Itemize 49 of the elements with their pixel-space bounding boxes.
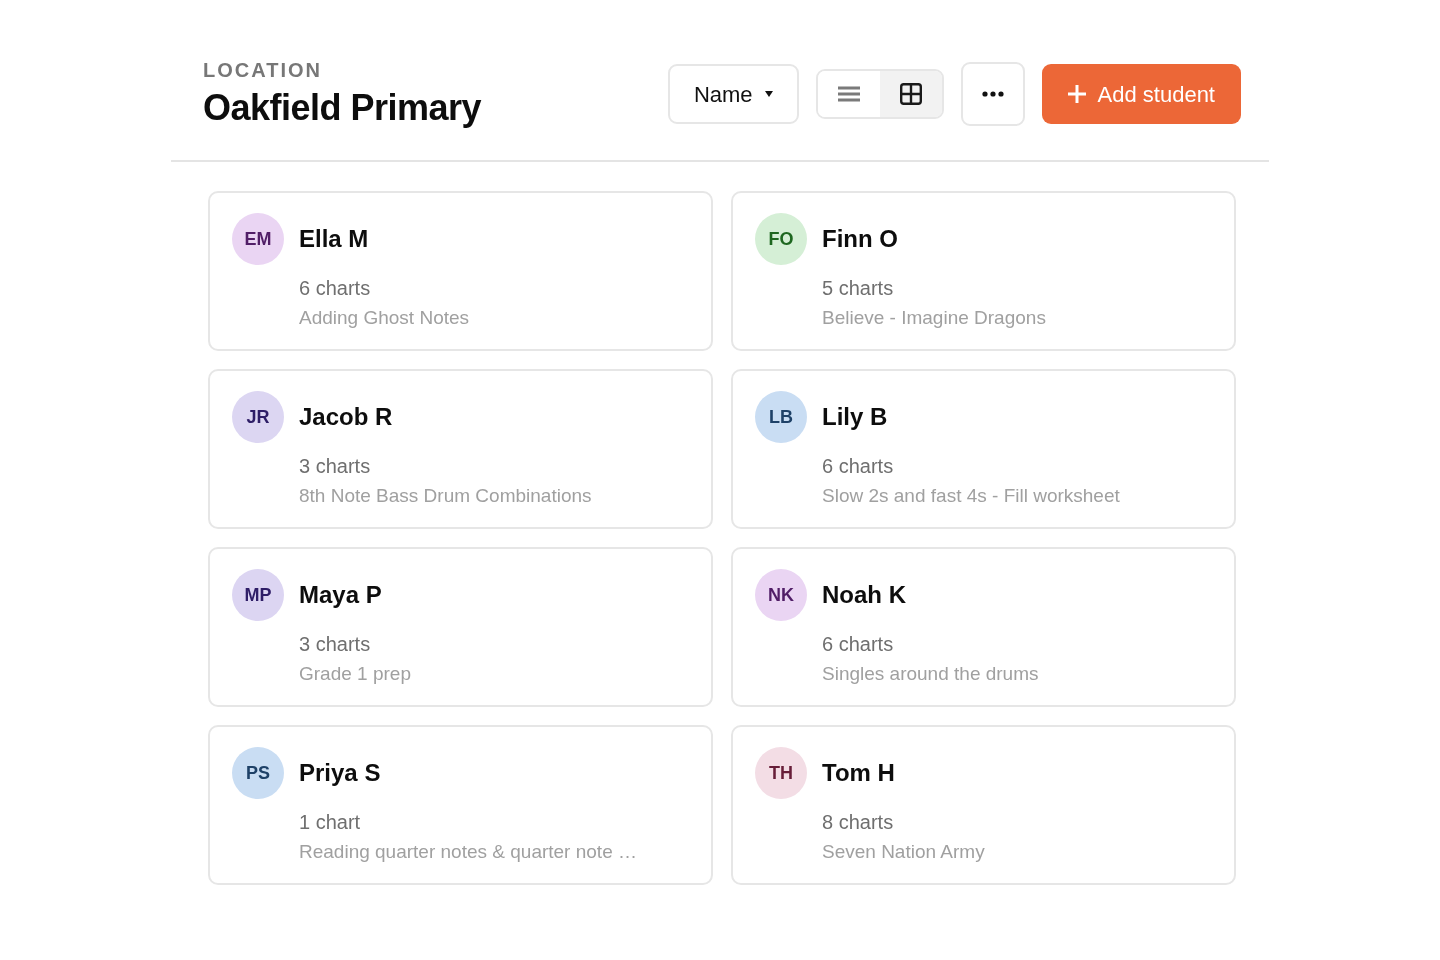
caret-icon [764,91,773,97]
latest-chart: Singles around the drums [822,662,1039,686]
student-card[interactable]: TH Tom H 8 charts Seven Nation Army [731,725,1236,885]
student-card[interactable]: LB Lily B 6 charts Slow 2s and fast 4s - Fill worksheet [731,369,1236,529]
sort-dropdown[interactable]: Name [667,64,799,124]
section-label: LOCATION [203,58,323,82]
plus-icon [1067,85,1086,103]
more-icon [981,91,1004,97]
latest-chart: Believe - Imagine Dragons [822,306,1046,330]
avatar: EM [232,213,284,265]
chart-count: 6 charts [822,632,895,657]
chart-count: 6 charts [822,454,895,479]
avatar: TH [755,747,807,799]
student-name: Noah K [822,580,907,610]
student-name: Priya S [299,758,382,788]
chart-count: 6 charts [299,276,372,301]
chart-count: 3 charts [299,454,372,479]
student-card[interactable]: NK Noah K 6 charts Singles around the drums [731,547,1236,707]
grid-icon [899,83,922,105]
chart-count: 5 charts [822,276,895,301]
avatar: LB [755,391,807,443]
student-card[interactable]: PS Priya S 1 chart Reading quarter notes & quarter note … [208,725,713,885]
page-title: Oakfield Primary [203,86,482,130]
avatar: NK [755,569,807,621]
student-card[interactable]: EM Ella M 6 charts Adding Ghost Notes [208,191,713,351]
student-card[interactable]: FO Finn O 5 charts Believe - Imagine Dragons [731,191,1236,351]
student-name: Ella M [299,224,370,254]
latest-chart: 8th Note Bass Drum Combinations [299,484,592,508]
student-name: Tom H [822,758,896,788]
grid-view-button[interactable] [879,71,942,117]
avatar: FO [755,213,807,265]
avatar: PS [232,747,284,799]
student-card[interactable]: MP Maya P 3 charts Grade 1 prep [208,547,713,707]
student-name: Maya P [299,580,383,610]
avatar: MP [232,569,284,621]
student-card[interactable]: JR Jacob R 3 charts 8th Note Bass Drum Combinations [208,369,713,529]
chart-count: 8 charts [822,810,895,835]
student-name: Finn O [822,224,899,254]
latest-chart: Reading quarter notes & quarter note … [299,840,637,864]
latest-chart: Seven Nation Army [822,840,985,864]
latest-chart: Slow 2s and fast 4s - Fill worksheet [822,484,1120,508]
student-name: Lily B [822,402,889,432]
chart-count: 3 charts [299,632,372,657]
list-icon [837,86,860,102]
chart-count: 1 chart [299,810,362,835]
student-name: Jacob R [299,402,394,432]
avatar: JR [232,391,284,443]
latest-chart: Adding Ghost Notes [299,306,470,330]
latest-chart: Grade 1 prep [299,662,411,686]
